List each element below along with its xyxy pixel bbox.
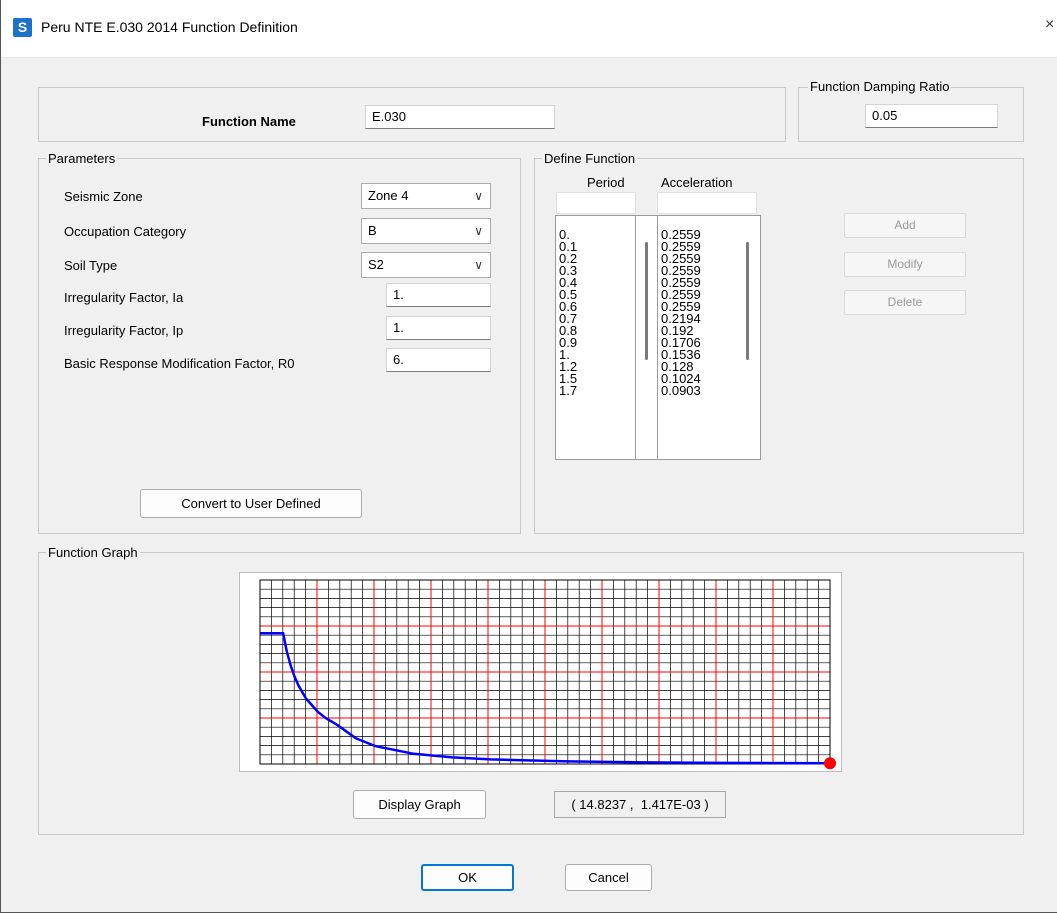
occupation-category-select[interactable]: B ∨ xyxy=(361,218,491,244)
parameters-group xyxy=(38,158,521,534)
occupation-category-value: B xyxy=(368,223,377,238)
acceleration-scrollbar[interactable] xyxy=(746,242,749,360)
period-value[interactable]: 1.7 xyxy=(556,384,635,397)
convert-to-user-defined-button[interactable]: Convert to User Defined xyxy=(140,489,362,518)
function-graph-label: Function Graph xyxy=(46,545,140,560)
period-scrollbar[interactable] xyxy=(645,242,648,360)
acceleration-edit-field[interactable] xyxy=(657,192,757,214)
seismic-zone-select[interactable]: Zone 4 ∨ xyxy=(361,183,491,209)
function-name-label: Function Name xyxy=(202,114,296,129)
r0-label: Basic Response Modification Factor, R0 xyxy=(64,356,295,371)
modify-button[interactable]: Modify xyxy=(844,252,966,277)
parameters-label: Parameters xyxy=(46,151,118,166)
irregularity-ia-label: Irregularity Factor, Ia xyxy=(64,290,184,305)
close-icon[interactable]: × xyxy=(1045,16,1054,34)
soil-type-select[interactable]: S2 ∨ xyxy=(361,252,491,278)
define-function-label: Define Function xyxy=(542,151,638,166)
period-rows: 0. 0.1 0.2 0.3 0.4 0.5 0.6 0.7 0.8 0.9 1. 1.2 1.5 1.7 xyxy=(556,228,635,397)
window-title: Peru NTE E.030 2014 Function Definition xyxy=(41,19,298,35)
damping-ratio-label: Function Damping Ratio xyxy=(808,79,952,94)
chevron-down-icon: ∨ xyxy=(474,189,483,203)
cursor-marker xyxy=(824,757,836,770)
seismic-zone-label: Seismic Zone xyxy=(64,189,143,204)
irregularity-ia-input[interactable]: 1. xyxy=(386,283,491,307)
chevron-down-icon: ∨ xyxy=(474,258,483,272)
dialog-window: S Peru NTE E.030 2014 Function Definitio… xyxy=(0,0,1057,913)
add-button[interactable]: Add xyxy=(844,213,966,238)
function-values-list[interactable]: 0. 0.1 0.2 0.3 0.4 0.5 0.6 0.7 0.8 0.9 1. 1.2 1.5 1.7… xyxy=(555,215,761,460)
irregularity-ip-input[interactable]: 1. xyxy=(386,316,491,340)
ok-button[interactable]: OK xyxy=(421,864,514,891)
display-graph-button[interactable]: Display Graph xyxy=(353,790,486,819)
function-name-input[interactable]: E.030 xyxy=(365,105,555,129)
r0-input[interactable]: 6. xyxy=(386,348,491,372)
damping-ratio-input[interactable]: 0.05 xyxy=(865,104,998,128)
acceleration-column: 0.2559 0.2559 0.2559 0.2559 0.2559 0.2559 0.25… xyxy=(658,216,760,459)
acceleration-value[interactable]: 0.0903 xyxy=(658,384,760,397)
chevron-down-icon: ∨ xyxy=(474,224,483,238)
app-icon: S xyxy=(13,18,32,37)
cursor-coordinate-readout: ( 14.8237 , 1.417E-03 ) xyxy=(554,791,726,818)
period-column: 0. 0.1 0.2 0.3 0.4 0.5 0.6 0.7 0.8 0.9 1. 1.2 1.5 1.7 xyxy=(556,216,636,459)
soil-type-label: Soil Type xyxy=(64,258,118,273)
delete-button[interactable]: Delete xyxy=(844,290,966,315)
cancel-button[interactable]: Cancel xyxy=(565,864,652,891)
soil-type-value: S2 xyxy=(368,257,384,272)
period-header: Period xyxy=(587,175,625,190)
period-edit-field[interactable] xyxy=(556,192,636,214)
irregularity-ip-label: Irregularity Factor, Ip xyxy=(64,323,184,338)
cursor-point-marker xyxy=(824,757,836,770)
seismic-zone-value: Zone 4 xyxy=(368,188,409,203)
acceleration-header: Acceleration xyxy=(661,175,733,190)
graph-canvas[interactable] xyxy=(239,572,842,772)
acceleration-rows: 0.2559 0.2559 0.2559 0.2559 0.2559 0.2559 0.25… xyxy=(658,228,760,397)
occupation-category-label: Occupation Category xyxy=(64,224,187,239)
function-graph-chart xyxy=(259,579,836,770)
